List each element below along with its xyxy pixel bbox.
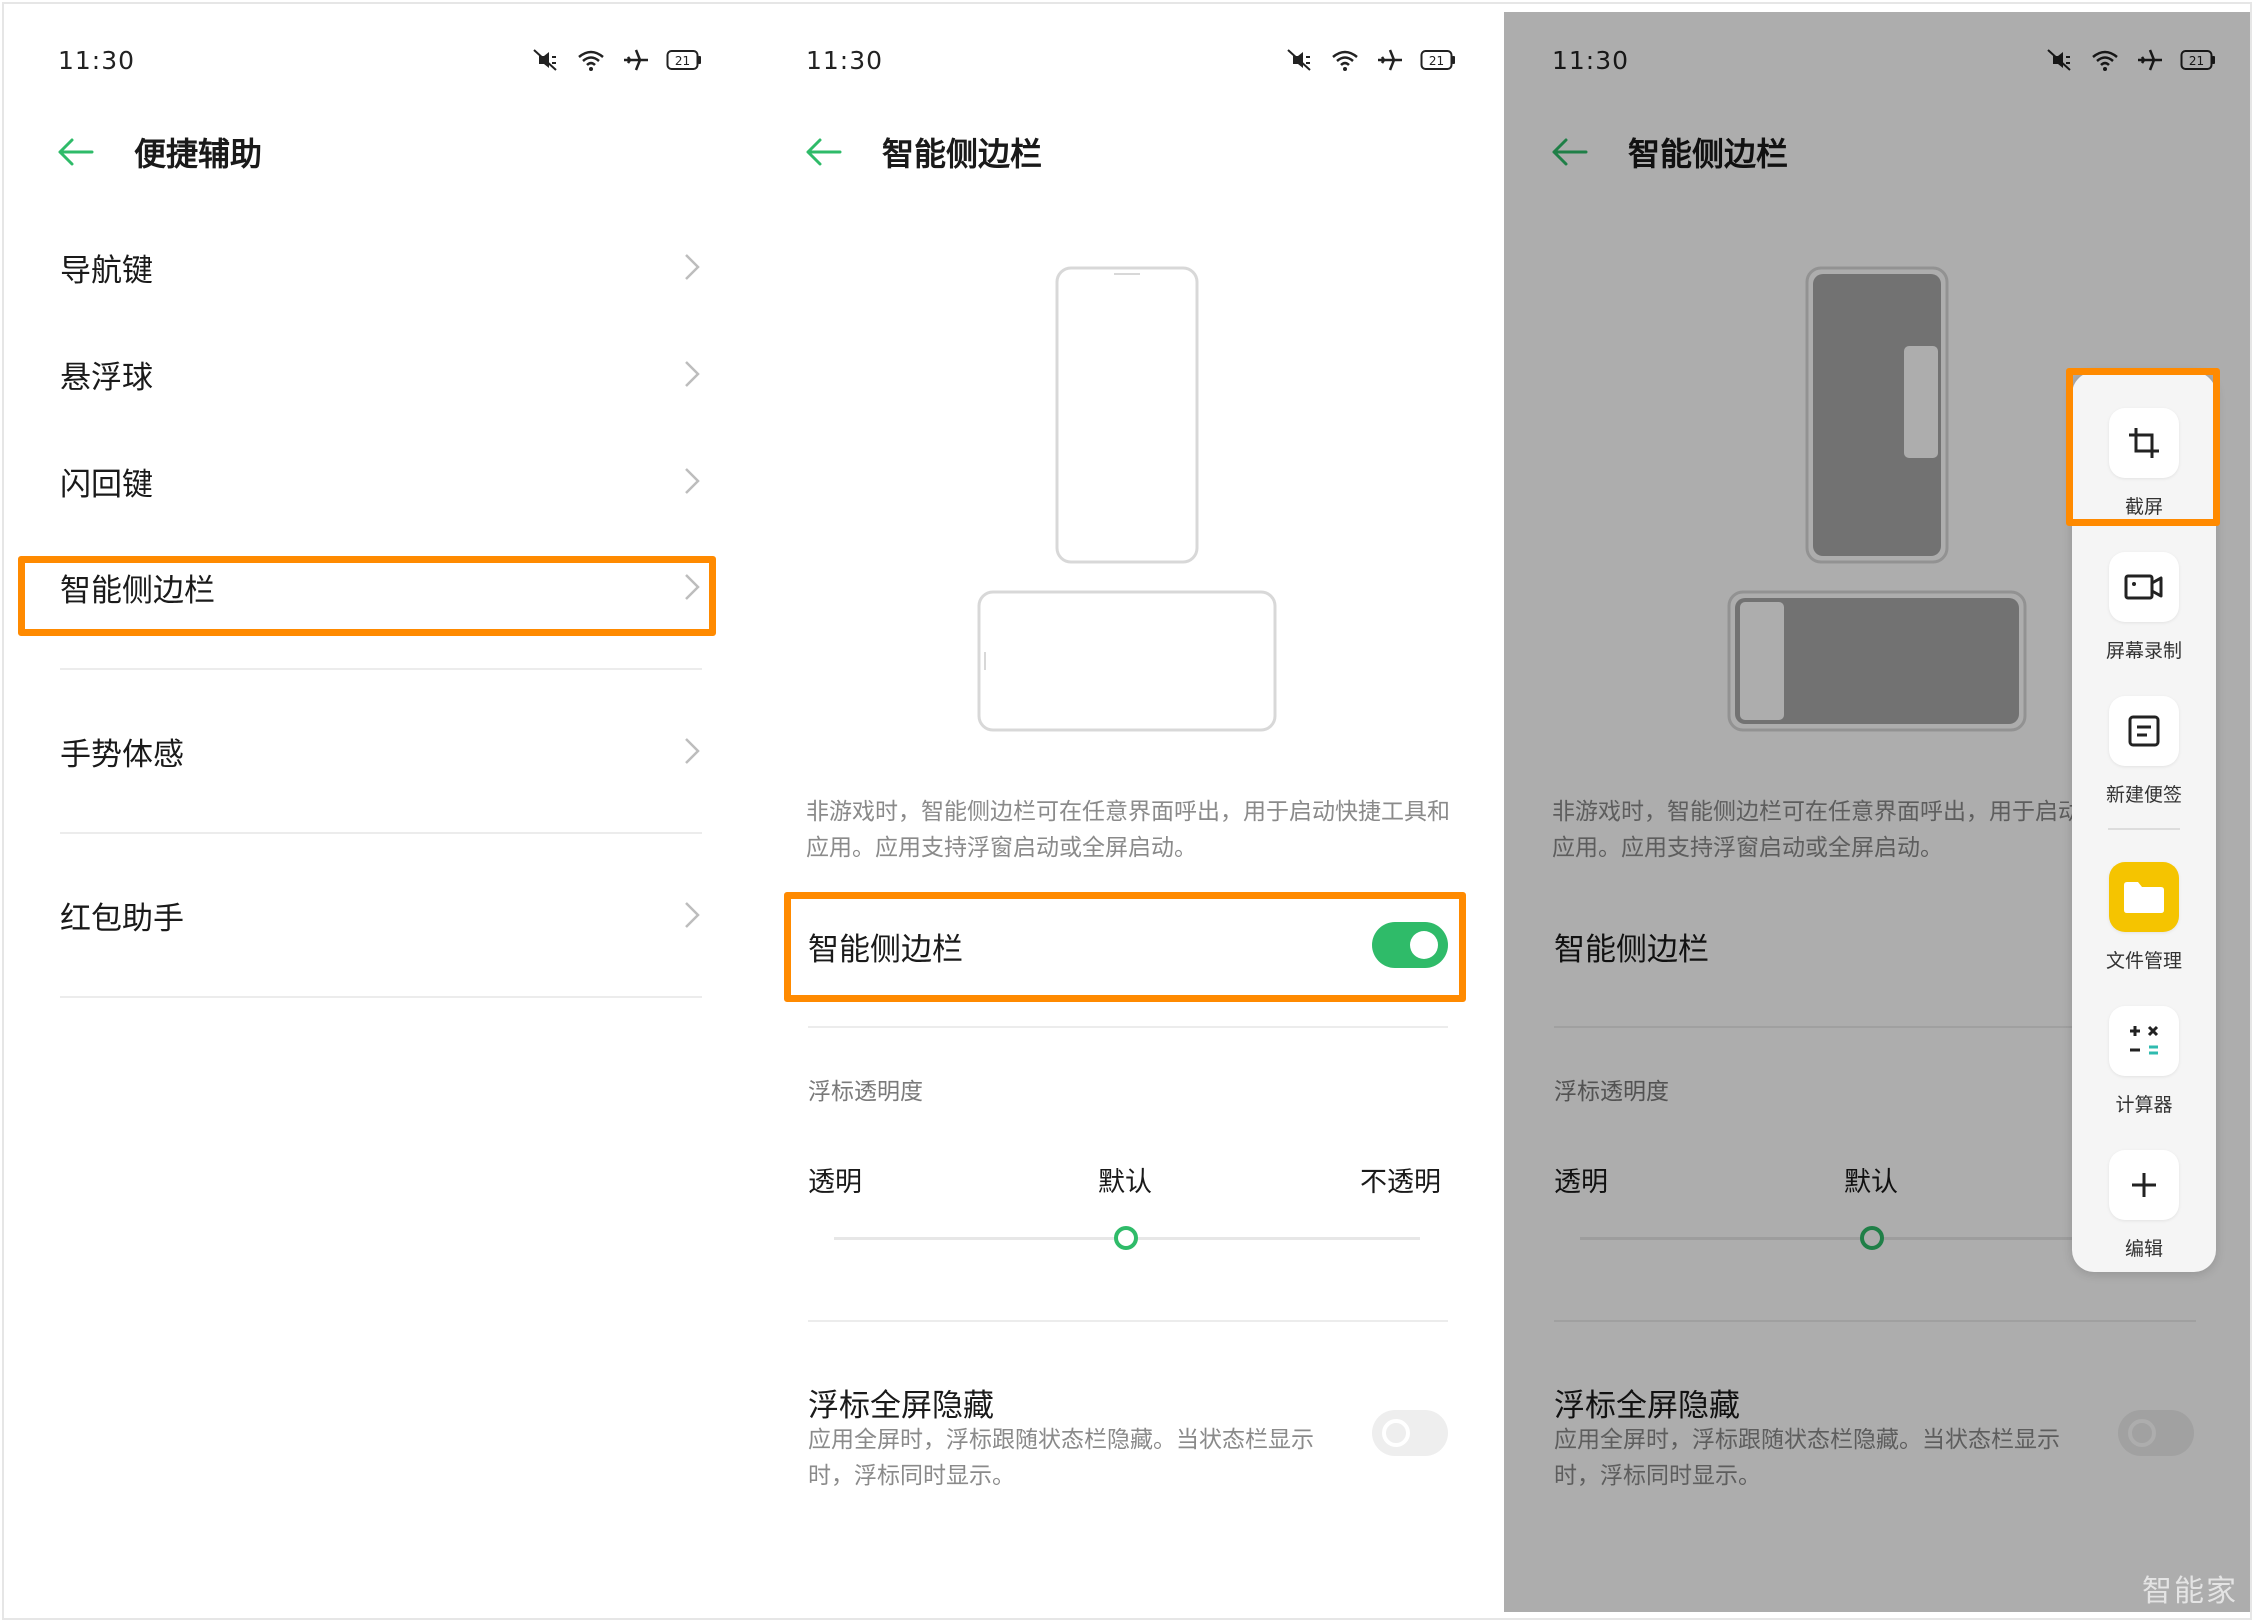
wifi-icon bbox=[1332, 50, 1358, 71]
battery-icon: 21 bbox=[1420, 50, 1455, 70]
back-arrow-icon[interactable] bbox=[804, 136, 844, 168]
status-time: 11:30 bbox=[806, 45, 884, 75]
divider bbox=[60, 668, 702, 670]
status-icons: 21 bbox=[1284, 48, 1456, 72]
menu-item-floating-ball[interactable]: 悬浮球 bbox=[60, 334, 702, 414]
menu-item-red-envelope-assistant[interactable]: 红包助手 bbox=[60, 875, 702, 955]
svg-text:21: 21 bbox=[1429, 54, 1444, 68]
highlight-box-screenshot bbox=[2066, 368, 2220, 526]
divider bbox=[808, 1320, 1448, 1322]
opacity-label-default: 默认 bbox=[1098, 1167, 1152, 1198]
chevron-right-icon bbox=[685, 902, 700, 928]
opacity-slider-thumb[interactable] bbox=[1114, 1226, 1138, 1250]
airplane-icon bbox=[1378, 49, 1402, 71]
opacity-section-label: 浮标透明度 bbox=[808, 1079, 923, 1105]
title-bar: 智能侧边栏 bbox=[804, 122, 1042, 182]
sidebar-divider bbox=[2108, 828, 2180, 830]
calculator-icon bbox=[2109, 1006, 2179, 1076]
folder-icon bbox=[2109, 862, 2179, 932]
airplane-icon bbox=[624, 49, 648, 71]
title-bar: 便捷辅助 bbox=[56, 122, 262, 182]
opacity-label-opaque: 不透明 bbox=[1360, 1167, 1441, 1198]
mute-icon bbox=[533, 49, 557, 71]
sidebar-item-calculator[interactable]: 计算器 bbox=[2072, 1006, 2216, 1136]
screen-record-icon bbox=[2109, 552, 2179, 622]
panel-smart-sidebar: 11:30 21 智能侧边栏 非游戏时，智能侧边栏可在任意界面呼出，用于启动快捷… bbox=[748, 0, 1500, 1624]
sidebar-item-file-manager[interactable]: 文件管理 bbox=[2072, 862, 2216, 992]
sidebar-item-edit[interactable]: 编辑 bbox=[2072, 1150, 2216, 1280]
highlight-box-toggle bbox=[784, 892, 1466, 1002]
menu-item-flashback-key[interactable]: 闪回键 bbox=[60, 441, 702, 521]
menu-item-label: 红包助手 bbox=[60, 900, 184, 937]
status-bar: 11:30 21 bbox=[58, 42, 702, 78]
plus-icon bbox=[2109, 1150, 2179, 1220]
panel-sidebar-opened: 11:30 21 智能侧边栏 非游戏时，智能侧边栏可在任意界面呼出，用于启动快捷… bbox=[1504, 12, 2250, 1612]
menu-item-navigation-keys[interactable]: 导航键 bbox=[60, 227, 702, 307]
sidebar-item-label: 新建便签 bbox=[2105, 784, 2182, 806]
feature-description: 非游戏时，智能侧边栏可在任意界面呼出，用于启动快捷工具和应用。应用支持浮窗启动或… bbox=[806, 799, 1450, 861]
sidebar-item-screen-record[interactable]: 屏幕录制 bbox=[2072, 552, 2216, 682]
back-arrow-icon[interactable] bbox=[56, 136, 96, 168]
chevron-right-icon bbox=[685, 361, 700, 387]
opacity-label-transparent: 透明 bbox=[808, 1167, 862, 1198]
note-icon bbox=[2109, 696, 2179, 766]
chevron-right-icon bbox=[685, 468, 700, 494]
divider bbox=[808, 1026, 1448, 1028]
status-icons: 21 bbox=[530, 48, 702, 72]
chevron-right-icon bbox=[685, 738, 700, 764]
battery-icon: 21 bbox=[666, 50, 701, 70]
sidebar-item-new-note[interactable]: 新建便签 bbox=[2072, 696, 2216, 826]
page-title: 便捷辅助 bbox=[134, 135, 263, 173]
menu-item-label: 闪回键 bbox=[60, 466, 153, 503]
composite-screenshot: 11:30 21 便捷辅助 导航键 悬浮球 闪回键 智能侧边栏 手势体感 红包助… bbox=[0, 0, 2254, 1624]
menu-item-gesture-motion[interactable]: 手势体感 bbox=[60, 711, 702, 791]
fullscreen-hide-toggle[interactable] bbox=[1372, 1410, 1448, 1456]
sidebar-item-label: 屏幕录制 bbox=[2105, 640, 2182, 662]
sidebar-item-label: 编辑 bbox=[2124, 1238, 2163, 1260]
highlight-box-smart-sidebar bbox=[18, 556, 716, 636]
menu-item-label: 导航键 bbox=[60, 252, 153, 289]
page-title: 智能侧边栏 bbox=[882, 135, 1043, 173]
wifi-icon bbox=[578, 50, 604, 71]
hide-row-description: 应用全屏时，浮标跟随状态栏隐藏。当状态栏显示时，浮标同时显示。 bbox=[808, 1427, 1314, 1489]
phone-illustration bbox=[977, 266, 1277, 732]
hide-row-title: 浮标全屏隐藏 bbox=[808, 1388, 994, 1424]
svg-text:21: 21 bbox=[675, 54, 690, 68]
watermark: 智能家 bbox=[2142, 1574, 2238, 1609]
menu-item-label: 悬浮球 bbox=[60, 359, 153, 396]
sidebar-item-label: 文件管理 bbox=[2105, 950, 2182, 972]
menu-item-label: 手势体感 bbox=[60, 736, 184, 773]
sidebar-item-label: 计算器 bbox=[2115, 1094, 2173, 1116]
divider bbox=[60, 996, 702, 998]
status-bar: 11:30 21 bbox=[806, 42, 1456, 78]
divider bbox=[60, 832, 702, 834]
mute-icon bbox=[1287, 49, 1311, 71]
status-time: 11:30 bbox=[58, 45, 136, 75]
chevron-right-icon bbox=[685, 254, 700, 280]
panel-accessibility: 11:30 21 便捷辅助 导航键 悬浮球 闪回键 智能侧边栏 手势体感 红包助… bbox=[0, 0, 748, 1624]
